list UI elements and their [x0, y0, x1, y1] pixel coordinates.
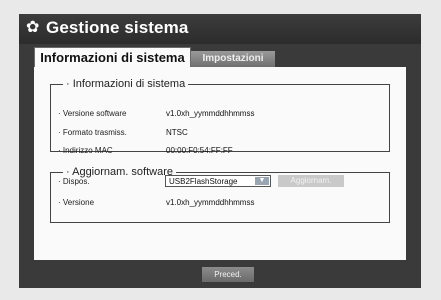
content-panel: · Informazioni di sistema · Versione sof… — [34, 67, 406, 260]
device-label: · Dispos. — [58, 177, 90, 186]
tab-system-info[interactable]: Informazioni di sistema — [34, 47, 191, 68]
system-management-window: ✿ Gestione sistema Informazioni di siste… — [19, 14, 421, 288]
software-version-value: v1.0xh_yymmddhhmmss — [166, 109, 255, 118]
transmission-format-value: NTSC — [166, 128, 188, 137]
software-version-label: · Versione software — [58, 109, 127, 118]
version-label: · Versione — [58, 198, 95, 207]
device-select[interactable]: USB2FlashStorage ▼ — [165, 175, 271, 187]
window-header: ✿ Gestione sistema — [19, 14, 421, 44]
system-info-group: · Informazioni di sistema — [50, 77, 390, 152]
mac-address-value: 00:00:F0:54:FF:FF — [166, 146, 233, 155]
mac-address-label: · Indirizzo MAC — [58, 146, 113, 155]
system-info-legend: · Informazioni di sistema — [63, 77, 189, 91]
previous-button[interactable]: Preced. — [202, 267, 254, 282]
chevron-down-icon[interactable]: ▼ — [255, 177, 269, 185]
gear-icon: ✿ — [26, 19, 40, 36]
device-select-value: USB2FlashStorage — [169, 177, 238, 186]
update-button[interactable]: Aggiornam. — [278, 175, 344, 187]
version-value: v1.0xh_yymmddhhmmss — [166, 198, 255, 207]
transmission-format-label: · Formato trasmiss. — [58, 128, 127, 137]
tab-settings[interactable]: Impostazioni — [191, 51, 275, 67]
page-title: Gestione sistema — [46, 18, 189, 37]
